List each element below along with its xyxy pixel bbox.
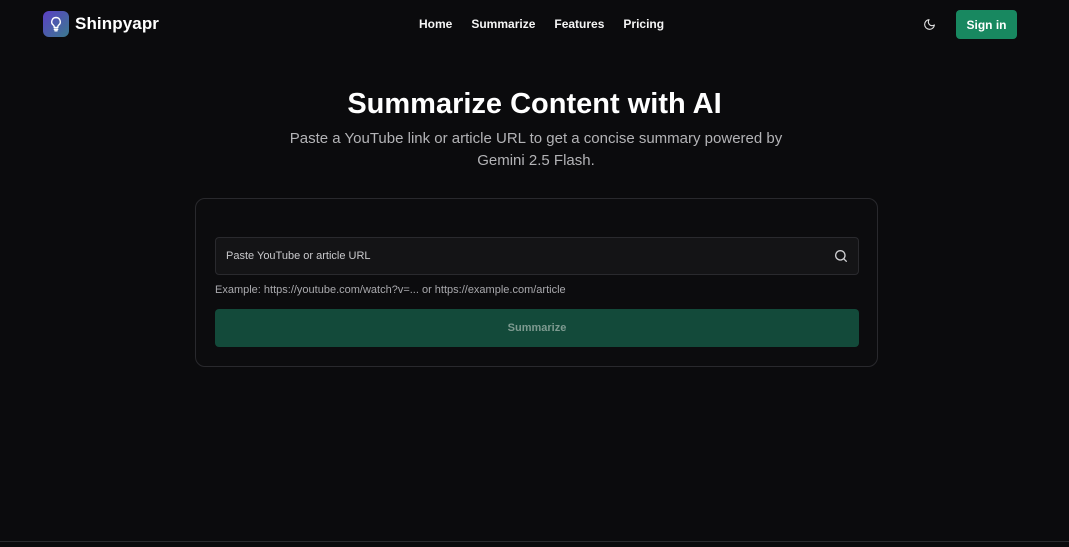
nav-home[interactable]: Home — [419, 16, 452, 32]
brand-name: Shinpyapr — [75, 14, 160, 33]
moon-icon — [923, 18, 935, 30]
url-hint: Example: https://youtube.com/watch?v=...… — [215, 284, 566, 296]
footer-divider — [0, 541, 1069, 542]
search-icon[interactable] — [833, 248, 849, 264]
lightbulb-icon — [43, 11, 69, 37]
sign-in-button[interactable]: Sign in — [956, 10, 1017, 39]
page-title: Summarize Content with AI — [347, 88, 722, 120]
summarize-form-card: Example: https://youtube.com/watch?v=...… — [195, 198, 878, 367]
url-input[interactable] — [216, 238, 826, 274]
nav-pricing[interactable]: Pricing — [623, 16, 664, 32]
page-subtitle: Paste a YouTube link or article URL to g… — [289, 130, 783, 169]
nav-summarize[interactable]: Summarize — [471, 16, 535, 32]
summarize-button[interactable]: Summarize — [215, 309, 859, 347]
brand-link[interactable]: Shinpyapr — [43, 11, 159, 37]
nav-features[interactable]: Features — [554, 16, 604, 32]
main-nav: Home Summarize Features Pricing — [419, 16, 664, 32]
page: Shinpyapr Home Summarize Features Pricin… — [0, 0, 1069, 547]
top-header: Shinpyapr Home Summarize Features Pricin… — [0, 0, 1069, 48]
url-field — [215, 237, 859, 275]
theme-toggle-button[interactable] — [919, 14, 939, 34]
